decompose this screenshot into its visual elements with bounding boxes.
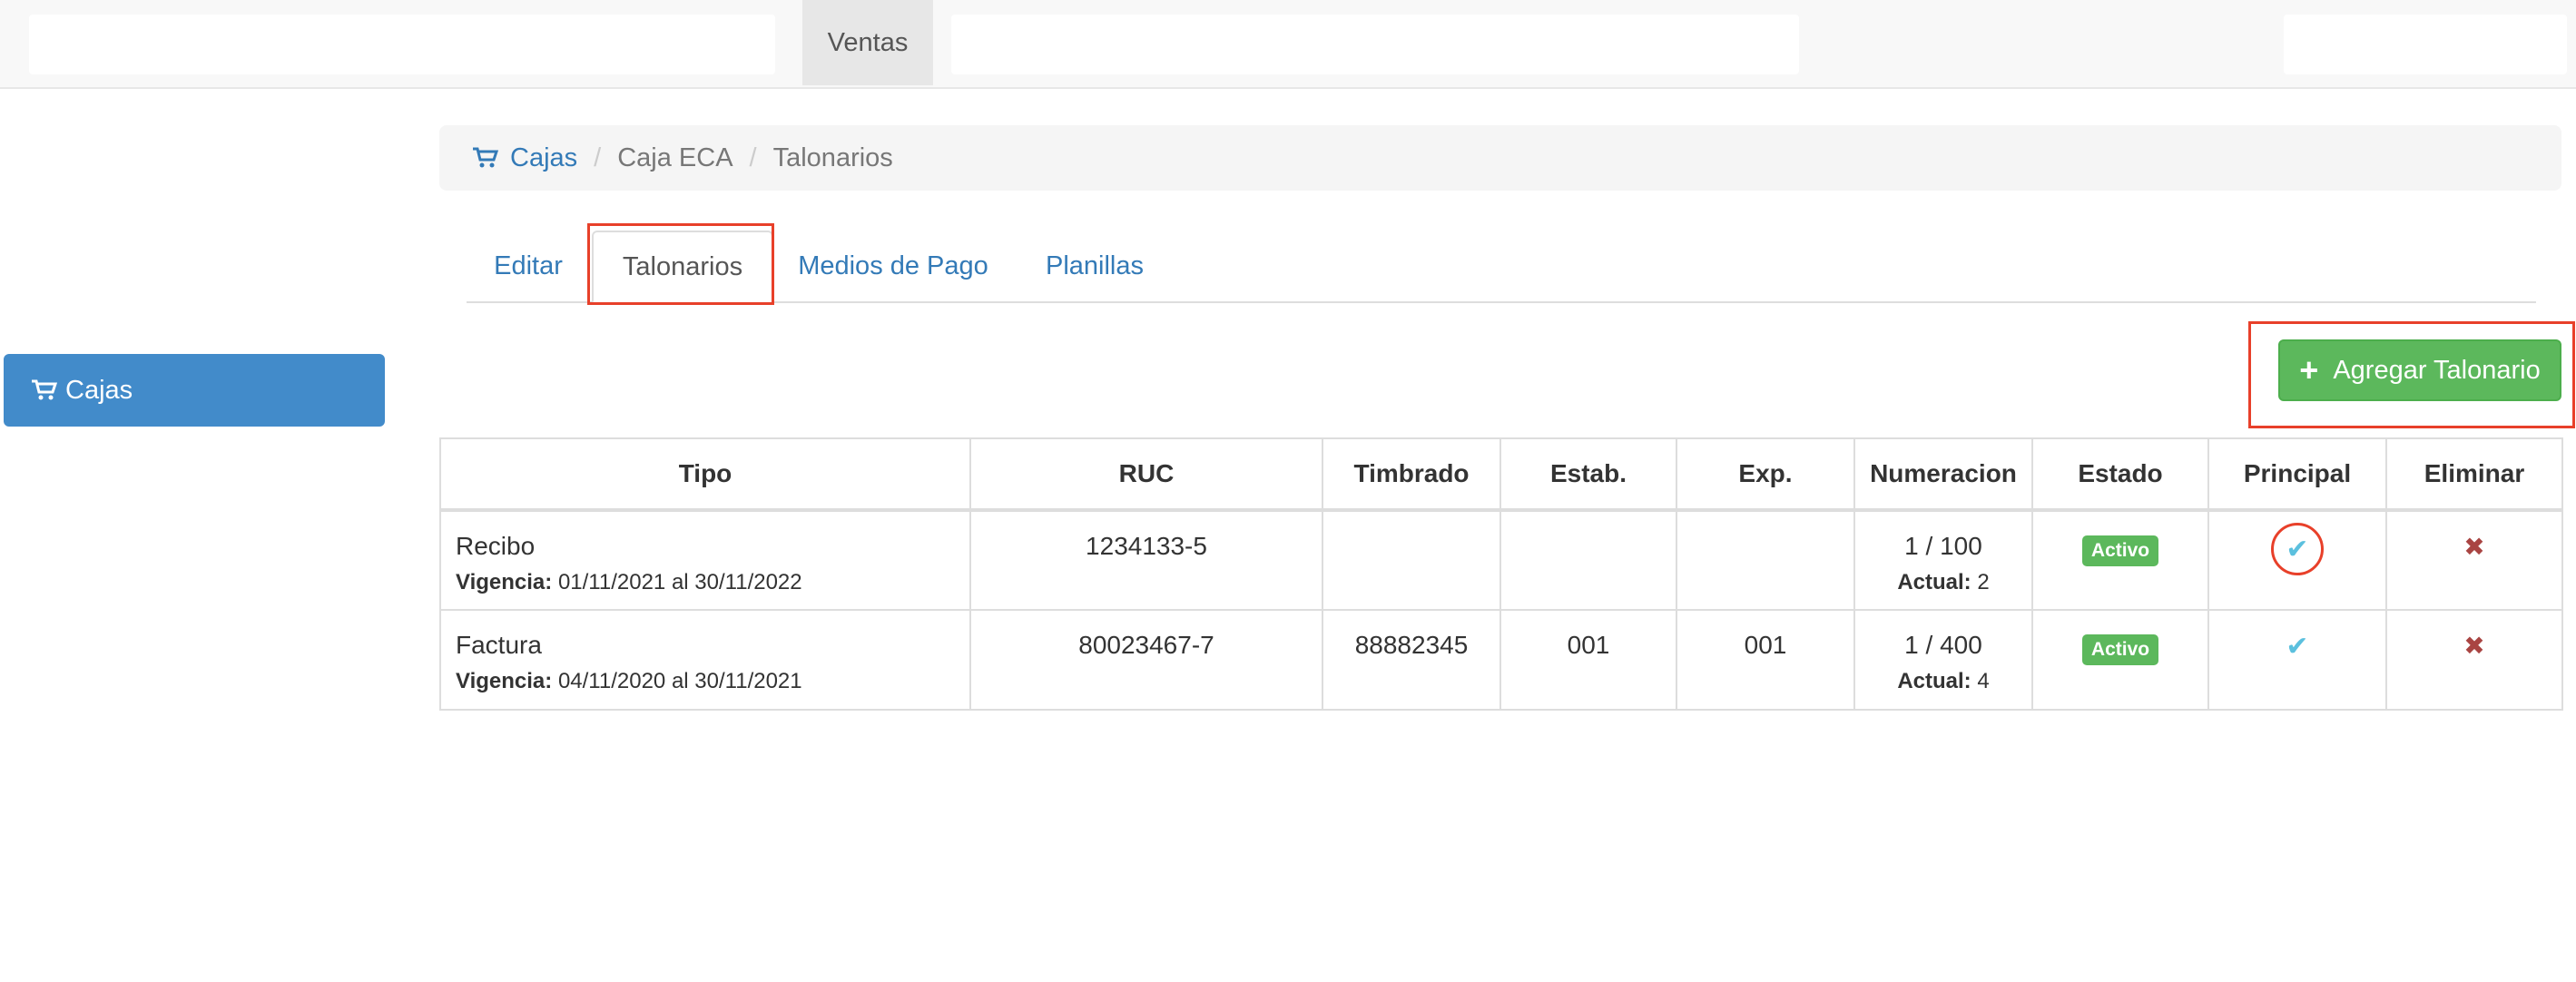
vigencia-label: Vigencia: <box>456 570 553 594</box>
talonarios-table: Tipo RUC Timbrado Estab. Exp. Numeracion… <box>439 437 2563 711</box>
cell-tipo: Factura Vigencia: 04/11/2020 al 30/11/20… <box>439 609 971 711</box>
top-navbar: Ventas <box>0 0 2576 89</box>
highlight-box-add-button <box>2248 321 2575 428</box>
cell-numeracion: 1 / 100 Actual: 2 <box>1853 509 2033 611</box>
table-header-row: Tipo RUC Timbrado Estab. Exp. Numeracion… <box>439 437 2563 512</box>
column-header-estab: Estab. <box>1499 437 1677 512</box>
column-header-tipo: Tipo <box>439 437 971 512</box>
column-header-numeracion: Numeracion <box>1853 437 2033 512</box>
vigencia: Vigencia: 01/11/2021 al 30/11/2022 <box>456 570 969 595</box>
breadcrumb-link-cajas[interactable]: Cajas <box>472 143 577 173</box>
cell-exp <box>1676 509 1855 611</box>
tab-medios-de-pago[interactable]: Medios de Pago <box>782 231 1004 301</box>
cell-timbrado: 88882345 <box>1322 609 1501 711</box>
breadcrumb-separator: / <box>594 142 602 172</box>
table-row: Recibo Vigencia: 01/11/2021 al 30/11/202… <box>439 509 2563 611</box>
vigencia-value: 04/11/2020 al 30/11/2021 <box>557 669 802 693</box>
cell-tipo: Recibo Vigencia: 01/11/2021 al 30/11/202… <box>439 509 971 611</box>
cell-eliminar: ✖ <box>2385 509 2563 611</box>
status-badge: Activo <box>2081 634 2159 665</box>
tipo-value: Recibo <box>456 532 536 560</box>
remove-icon[interactable]: ✖ <box>2463 631 2484 661</box>
breadcrumb-root-label: Cajas <box>510 142 578 172</box>
tab-planillas[interactable]: Planillas <box>1024 231 1165 301</box>
numeracion-value: 1 / 400 <box>1904 631 1982 659</box>
cell-principal: ✔ <box>2207 509 2387 611</box>
actual: Actual: 4 <box>1855 669 2031 694</box>
status-badge: Activo <box>2081 535 2159 566</box>
cell-numeracion: 1 / 400 Actual: 4 <box>1853 609 2033 711</box>
vigencia-value: 01/11/2021 al 30/11/2022 <box>557 570 802 594</box>
check-icon[interactable]: ✔ <box>2286 534 2308 565</box>
numeracion-value: 1 / 100 <box>1904 532 1982 560</box>
vigencia: Vigencia: 04/11/2020 al 30/11/2021 <box>456 669 969 694</box>
cell-estab <box>1499 509 1677 611</box>
column-header-estado: Estado <box>2031 437 2209 512</box>
column-header-principal: Principal <box>2207 437 2387 512</box>
table-row: Factura Vigencia: 04/11/2020 al 30/11/20… <box>439 609 2563 711</box>
cart-icon <box>32 379 58 400</box>
navbar-blank-left <box>29 15 775 74</box>
cell-estado: Activo <box>2031 509 2209 611</box>
tabs-divider <box>467 301 2536 303</box>
column-header-eliminar: Eliminar <box>2385 437 2563 512</box>
navbar-blank-center <box>951 15 1799 74</box>
remove-icon[interactable]: ✖ <box>2463 532 2484 562</box>
highlight-box-tab <box>587 223 774 305</box>
tab-editar[interactable]: Editar <box>467 231 590 301</box>
tipo-value: Factura <box>456 631 542 659</box>
actual-value: 4 <box>1977 669 1990 693</box>
check-icon[interactable]: ✔ <box>2286 631 2308 663</box>
cell-estab: 001 <box>1499 609 1677 711</box>
breadcrumb: Cajas / Caja ECA / Talonarios <box>439 125 2561 191</box>
vigencia-label: Vigencia: <box>456 669 553 693</box>
breadcrumb-separator: / <box>749 142 757 172</box>
actual-label: Actual: <box>1897 669 1971 693</box>
cell-exp: 001 <box>1676 609 1855 711</box>
actual-value: 2 <box>1977 570 1990 594</box>
column-header-exp: Exp. <box>1676 437 1855 512</box>
sidebar-item-label: Cajas <box>65 375 133 405</box>
actual-label: Actual: <box>1897 570 1971 594</box>
cell-principal: ✔ <box>2207 609 2387 711</box>
cart-icon <box>473 147 499 168</box>
cell-ruc: 80023467-7 <box>969 609 1323 711</box>
breadcrumb-current: Talonarios <box>772 142 893 172</box>
column-header-timbrado: Timbrado <box>1322 437 1501 512</box>
cell-estado: Activo <box>2031 609 2209 711</box>
breadcrumb-item-caja: Caja ECA <box>617 142 733 172</box>
cell-timbrado <box>1322 509 1501 611</box>
actual: Actual: 2 <box>1855 570 2031 595</box>
sidebar-item-cajas[interactable]: Cajas <box>4 354 385 427</box>
nav-item-ventas[interactable]: Ventas <box>802 0 933 85</box>
column-header-ruc: RUC <box>969 437 1323 512</box>
navbar-blank-right <box>2284 15 2567 74</box>
cell-eliminar: ✖ <box>2385 609 2563 711</box>
cell-ruc: 1234133-5 <box>969 509 1323 611</box>
highlight-circle-principal: ✔ <box>2271 523 2324 575</box>
